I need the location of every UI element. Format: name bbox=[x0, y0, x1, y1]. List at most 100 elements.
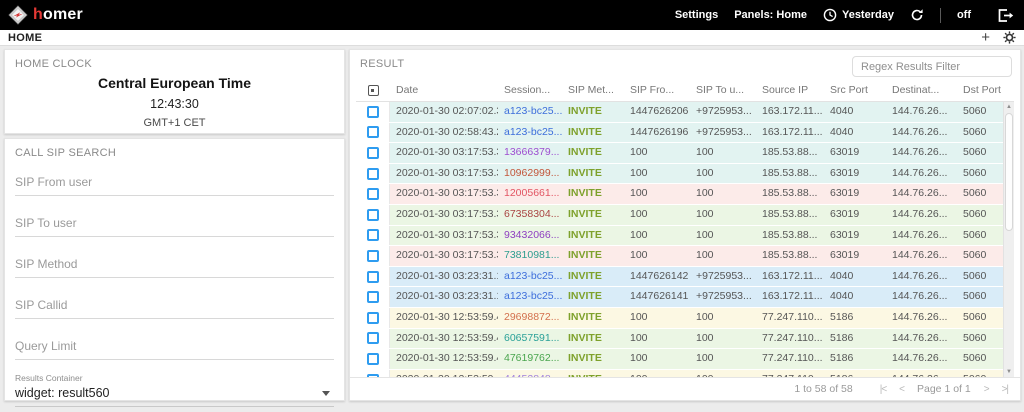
table-row[interactable]: 2020-01-30 03:17:53.382 12005661... INVITE… bbox=[356, 184, 1007, 205]
add-widget-icon[interactable]: + bbox=[981, 30, 990, 45]
tabbar: HOME + bbox=[0, 30, 1024, 46]
cell-method: INVITE bbox=[568, 352, 602, 365]
row-checkbox-cell bbox=[356, 225, 390, 246]
row-checkbox[interactable] bbox=[366, 270, 379, 283]
cell-session: 29698872... bbox=[504, 310, 560, 323]
sip-callid-input[interactable] bbox=[15, 295, 334, 319]
table-row[interactable]: 2020-01-30 12:53:59.46844452848...INVITE… bbox=[356, 369, 1007, 377]
column-header-date[interactable]: Date bbox=[390, 80, 498, 101]
cell-dest_ip: 144.76.26... bbox=[892, 166, 948, 179]
cell-source_ip: 163.172.11... bbox=[762, 105, 823, 117]
row-checkbox[interactable] bbox=[366, 352, 379, 365]
first-page-button[interactable]: |< bbox=[880, 384, 888, 395]
prev-page-button[interactable]: < bbox=[899, 384, 905, 395]
table-row[interactable]: 2020-01-30 03:23:31.191 a123-bc25... INVIT… bbox=[356, 266, 1007, 288]
time-range-button[interactable]: Yesterday bbox=[823, 8, 894, 22]
cell-sip_from: 1447626141 bbox=[630, 290, 689, 303]
cell-sip_to: 100 bbox=[696, 331, 714, 344]
cell-source_ip: 77.247.110... bbox=[756, 370, 824, 377]
results-container-select[interactable]: widget: result560 bbox=[15, 383, 334, 407]
select-all-cell[interactable] bbox=[356, 80, 390, 101]
table-row[interactable]: 2020-01-30 03:23:31.191 a123-bc25... INVIT… bbox=[356, 287, 1007, 308]
scrollbar-thumb[interactable] bbox=[1005, 113, 1013, 231]
auto-refresh-toggle[interactable]: off bbox=[957, 9, 971, 21]
cell-src_port: 63019 bbox=[830, 207, 860, 220]
table-row[interactable]: 2020-01-30 03:17:53.391 73810981... INVITE… bbox=[356, 246, 1007, 267]
row-checkbox[interactable] bbox=[366, 146, 379, 159]
row-checkbox[interactable] bbox=[366, 105, 379, 118]
row-checkbox-cell bbox=[356, 204, 390, 225]
cell-session: a123-bc25... bbox=[504, 125, 562, 138]
cell-dst_port: 5060 bbox=[963, 146, 987, 159]
row-checkbox-cell bbox=[356, 369, 390, 377]
sip-method-input[interactable] bbox=[15, 254, 334, 278]
next-page-button[interactable]: > bbox=[984, 384, 990, 395]
cell-dest_ip: 144.76.26... bbox=[892, 249, 948, 262]
column-header-dst_port[interactable]: Dst Port bbox=[957, 80, 1007, 101]
cell-dest_ip: 144.76.26... bbox=[892, 146, 948, 159]
cell-dst_port: 5060 bbox=[963, 187, 987, 200]
cell-session: 73810981... bbox=[504, 249, 560, 262]
table-row[interactable]: 2020-01-30 03:17:53.361 10962999... INVITE… bbox=[356, 163, 1007, 185]
table-scrollbar[interactable]: ▲ ▼ bbox=[1003, 102, 1014, 377]
column-header-dest_ip[interactable]: Destinat... bbox=[886, 80, 957, 101]
row-checkbox[interactable] bbox=[366, 188, 379, 201]
table-body: 2020-01-30 02:07:02.325 a123-bc25... INVIT… bbox=[356, 102, 1007, 377]
sip-from-user-input[interactable] bbox=[15, 172, 334, 196]
table-row[interactable]: 2020-01-30 03:17:53.384 93432066... INVITE… bbox=[356, 225, 1007, 247]
brand[interactable]: homer bbox=[8, 5, 83, 25]
table-row[interactable]: 2020-01-30 03:17:53.361 13666379... INVITE… bbox=[356, 143, 1007, 164]
column-header-sip_from[interactable]: SIP Fro... bbox=[624, 80, 690, 101]
dashboard-settings-gear-icon[interactable] bbox=[1003, 31, 1016, 44]
cell-dst_port: 5060 bbox=[963, 331, 987, 344]
settings-button[interactable]: Settings bbox=[675, 9, 718, 21]
last-page-button[interactable]: >| bbox=[1002, 384, 1010, 395]
tab-home[interactable]: HOME bbox=[8, 32, 42, 44]
row-checkbox-cell bbox=[356, 122, 390, 143]
cell-source_ip: 185.53.88... bbox=[762, 207, 818, 220]
row-checkbox[interactable] bbox=[366, 332, 379, 345]
cell-date: 2020-01-30 12:53:59.468 bbox=[390, 370, 498, 377]
table-row[interactable]: 2020-01-30 02:58:43.247 a123-bc25... INVIT… bbox=[356, 122, 1007, 144]
cell-dest_ip: 144.76.26... bbox=[892, 105, 948, 117]
table-row[interactable]: 2020-01-30 03:17:53.382 67358304... INVITE… bbox=[356, 204, 1007, 226]
cell-sip_from: 100 bbox=[630, 310, 648, 323]
query-limit-input[interactable] bbox=[15, 336, 334, 360]
logout-icon[interactable] bbox=[997, 8, 1014, 23]
cell-dst_port: 5060 bbox=[957, 370, 1007, 377]
row-checkbox[interactable] bbox=[366, 167, 379, 180]
row-checkbox[interactable] bbox=[366, 229, 379, 242]
regex-filter-input[interactable] bbox=[852, 56, 1012, 77]
refresh-button[interactable] bbox=[910, 8, 924, 22]
column-header-method[interactable]: SIP Met... bbox=[562, 80, 624, 101]
dashboard-content: HOME CLOCK Central European Time 12:43:3… bbox=[0, 46, 1024, 407]
row-checkbox[interactable] bbox=[366, 373, 379, 377]
homer-app: homer Settings Panels: Home Yesterday of… bbox=[0, 0, 1024, 412]
panels-button[interactable]: Panels: Home bbox=[734, 9, 807, 21]
column-header-session[interactable]: Session... bbox=[498, 80, 562, 101]
scroll-up-icon[interactable]: ▲ bbox=[1004, 102, 1014, 112]
cell-method: INVITE bbox=[568, 269, 602, 282]
column-header-src_port[interactable]: Src Port bbox=[824, 80, 886, 101]
table-row[interactable]: 2020-01-30 12:53:59.439 29698872... INVITE… bbox=[356, 307, 1007, 329]
table-row[interactable]: 2020-01-30 12:53:59.440 60657591... INVITE… bbox=[356, 328, 1007, 350]
cell-dst_port: 5060 bbox=[963, 105, 987, 117]
cell-date: 2020-01-30 03:17:53.382 bbox=[396, 187, 498, 200]
row-checkbox-cell bbox=[356, 184, 390, 204]
scroll-down-icon[interactable]: ▼ bbox=[1004, 367, 1014, 377]
column-header-source_ip[interactable]: Source IP bbox=[756, 80, 824, 101]
row-checkbox[interactable] bbox=[366, 208, 379, 221]
row-checkbox[interactable] bbox=[366, 126, 379, 139]
cell-sip_to: 100 bbox=[696, 249, 714, 262]
table-row[interactable]: 2020-01-30 02:07:02.325 a123-bc25... INVIT… bbox=[356, 102, 1007, 123]
row-checkbox[interactable] bbox=[366, 311, 379, 324]
cell-sip_to: 100 bbox=[696, 146, 714, 159]
cell-dest_ip: 144.76.26... bbox=[886, 370, 957, 377]
sip-to-user-input[interactable] bbox=[15, 213, 334, 237]
column-header-sip_to[interactable]: SIP To u... bbox=[690, 80, 756, 101]
cell-method: INVITE bbox=[568, 105, 602, 117]
row-checkbox[interactable] bbox=[366, 249, 379, 262]
cell-src_port: 63019 bbox=[830, 249, 860, 262]
table-row[interactable]: 2020-01-30 12:53:59.467 47619762... INVITE… bbox=[356, 349, 1007, 370]
row-checkbox[interactable] bbox=[366, 291, 379, 304]
